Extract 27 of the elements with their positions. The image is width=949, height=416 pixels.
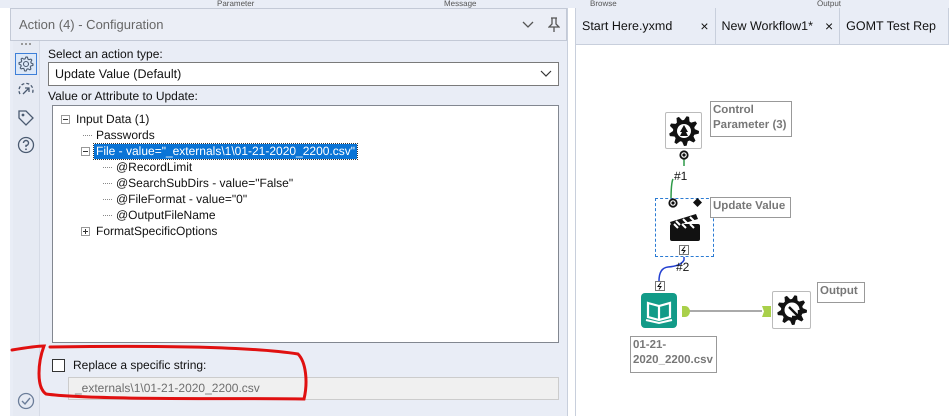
tab[interactable]: New Workflow1* bbox=[722, 19, 825, 33]
close-button[interactable]: × bbox=[700, 18, 708, 34]
column-header: Message bbox=[444, 0, 478, 8]
tab[interactable]: Start Here.yxmd bbox=[582, 19, 700, 33]
close-button[interactable]: × bbox=[824, 18, 834, 34]
tree-item[interactable]: Input Data (1) bbox=[74, 112, 152, 126]
field-label: Value or Attribute to Update: bbox=[48, 89, 199, 104]
node-label: Output bbox=[817, 282, 865, 303]
node-label: Update Value bbox=[710, 197, 791, 218]
tree-item[interactable]: FormatSpecificOptions bbox=[94, 224, 220, 238]
tree-item[interactable]: @SearchSubDirs - value="False" bbox=[114, 176, 296, 190]
panel-title: Action (4) - Configuration bbox=[19, 17, 165, 32]
column-header: Parameter bbox=[217, 0, 256, 8]
tab[interactable]: GOMT Test Rep bbox=[846, 19, 942, 33]
tree-item[interactable]: @FileFormat - value="0" bbox=[114, 192, 250, 206]
action-type-dropdown[interactable]: Update Value (Default) bbox=[48, 62, 559, 86]
tree-item[interactable]: Passwords bbox=[94, 128, 157, 142]
tree-item[interactable]: @RecordLimit bbox=[114, 160, 194, 174]
tree-item[interactable]: @OutputFileName bbox=[114, 208, 218, 222]
node-label: Control Parameter (3) bbox=[710, 101, 792, 137]
tree-item[interactable]: File - value="_externals\1\01-21-2020_2200.csv" bbox=[94, 144, 358, 158]
field-label: Select an action type: bbox=[48, 47, 164, 62]
column-header: Output bbox=[817, 0, 842, 8]
column-header: Browse bbox=[590, 0, 618, 8]
connection-label: #2 bbox=[676, 260, 690, 274]
node-label: 01-21-2020_2200.csv bbox=[630, 336, 717, 373]
connection-label: #1 bbox=[674, 169, 688, 183]
